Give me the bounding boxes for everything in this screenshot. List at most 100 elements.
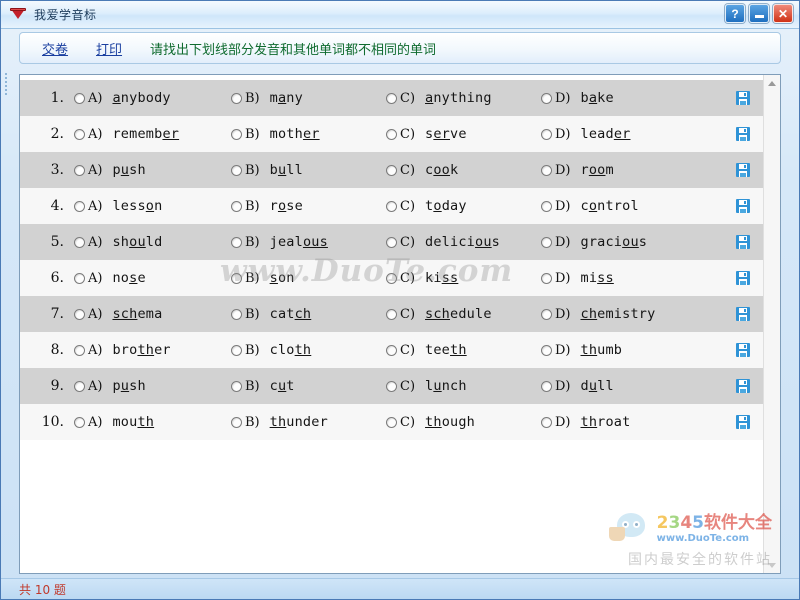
radio-button[interactable] bbox=[386, 380, 397, 392]
radio-button[interactable] bbox=[386, 236, 397, 248]
radio-button[interactable] bbox=[231, 272, 242, 284]
option-4[interactable]: D) miss bbox=[541, 270, 763, 286]
save-icon[interactable] bbox=[735, 198, 751, 214]
vertical-scrollbar[interactable] bbox=[763, 75, 780, 573]
radio-button[interactable] bbox=[231, 236, 242, 248]
option-word: gracious bbox=[580, 234, 648, 250]
submit-link[interactable]: 交卷 bbox=[42, 39, 68, 58]
option-4[interactable]: D) chemistry bbox=[541, 306, 763, 322]
option-3[interactable]: C) kiss bbox=[386, 270, 541, 286]
option-letter: B) bbox=[245, 126, 260, 142]
radio-button[interactable] bbox=[74, 200, 85, 212]
option-2[interactable]: B) thunder bbox=[231, 414, 386, 430]
option-3[interactable]: C) teeth bbox=[386, 342, 541, 358]
radio-button[interactable] bbox=[74, 272, 85, 284]
option-4[interactable]: D) thumb bbox=[541, 342, 763, 358]
option-3[interactable]: C) schedule bbox=[386, 306, 541, 322]
option-2[interactable]: B) cloth bbox=[231, 342, 386, 358]
radio-button[interactable] bbox=[231, 200, 242, 212]
radio-button[interactable] bbox=[74, 344, 85, 356]
option-4[interactable]: D) room bbox=[541, 162, 763, 178]
option-2[interactable]: B) bull bbox=[231, 162, 386, 178]
scroll-down-arrow[interactable] bbox=[764, 557, 780, 573]
radio-button[interactable] bbox=[74, 308, 85, 320]
radio-button[interactable] bbox=[74, 92, 85, 104]
radio-button[interactable] bbox=[541, 272, 552, 284]
radio-button[interactable] bbox=[541, 128, 552, 140]
save-icon[interactable] bbox=[735, 414, 751, 430]
radio-button[interactable] bbox=[74, 128, 85, 140]
radio-button[interactable] bbox=[541, 236, 552, 248]
radio-button[interactable] bbox=[541, 164, 552, 176]
option-3[interactable]: C) though bbox=[386, 414, 541, 430]
radio-button[interactable] bbox=[386, 416, 397, 428]
option-4[interactable]: D) throat bbox=[541, 414, 763, 430]
save-icon[interactable] bbox=[735, 162, 751, 178]
option-1[interactable]: A) mouth bbox=[74, 414, 231, 430]
radio-button[interactable] bbox=[541, 380, 552, 392]
radio-button[interactable] bbox=[541, 200, 552, 212]
radio-button[interactable] bbox=[74, 380, 85, 392]
close-button[interactable]: ✕ bbox=[773, 4, 793, 23]
minimize-button[interactable] bbox=[749, 4, 769, 23]
radio-button[interactable] bbox=[231, 164, 242, 176]
option-3[interactable]: C) delicious bbox=[386, 234, 541, 250]
radio-button[interactable] bbox=[541, 344, 552, 356]
radio-button[interactable] bbox=[386, 344, 397, 356]
option-3[interactable]: C) cook bbox=[386, 162, 541, 178]
radio-button[interactable] bbox=[541, 416, 552, 428]
radio-button[interactable] bbox=[74, 236, 85, 248]
radio-button[interactable] bbox=[231, 128, 242, 140]
option-4[interactable]: D) bake bbox=[541, 90, 763, 106]
radio-button[interactable] bbox=[541, 92, 552, 104]
option-1[interactable]: A) anybody bbox=[74, 90, 231, 106]
save-icon[interactable] bbox=[735, 378, 751, 394]
radio-button[interactable] bbox=[231, 416, 242, 428]
save-icon[interactable] bbox=[735, 270, 751, 286]
scroll-up-arrow[interactable] bbox=[764, 75, 780, 91]
save-icon[interactable] bbox=[735, 342, 751, 358]
radio-button[interactable] bbox=[74, 416, 85, 428]
save-icon[interactable] bbox=[735, 306, 751, 322]
option-1[interactable]: A) push bbox=[74, 378, 231, 394]
option-3[interactable]: C) anything bbox=[386, 90, 541, 106]
radio-button[interactable] bbox=[231, 380, 242, 392]
option-4[interactable]: D) leader bbox=[541, 126, 763, 142]
save-icon[interactable] bbox=[735, 234, 751, 250]
radio-button[interactable] bbox=[74, 164, 85, 176]
option-1[interactable]: A) should bbox=[74, 234, 231, 250]
radio-button[interactable] bbox=[231, 308, 242, 320]
option-4[interactable]: D) gracious bbox=[541, 234, 763, 250]
option-3[interactable]: C) today bbox=[386, 198, 541, 214]
option-3[interactable]: C) serve bbox=[386, 126, 541, 142]
option-2[interactable]: B) rose bbox=[231, 198, 386, 214]
radio-button[interactable] bbox=[386, 308, 397, 320]
print-link[interactable]: 打印 bbox=[96, 39, 122, 58]
radio-button[interactable] bbox=[541, 308, 552, 320]
radio-button[interactable] bbox=[386, 128, 397, 140]
radio-button[interactable] bbox=[386, 164, 397, 176]
option-1[interactable]: A) lesson bbox=[74, 198, 231, 214]
radio-button[interactable] bbox=[231, 92, 242, 104]
option-1[interactable]: A) schema bbox=[74, 306, 231, 322]
option-2[interactable]: B) many bbox=[231, 90, 386, 106]
option-1[interactable]: A) brother bbox=[74, 342, 231, 358]
save-icon[interactable] bbox=[735, 126, 751, 142]
option-4[interactable]: D) control bbox=[541, 198, 763, 214]
option-1[interactable]: A) nose bbox=[74, 270, 231, 286]
option-2[interactable]: B) mother bbox=[231, 126, 386, 142]
option-2[interactable]: B) jealous bbox=[231, 234, 386, 250]
radio-button[interactable] bbox=[386, 200, 397, 212]
save-icon[interactable] bbox=[735, 90, 751, 106]
option-2[interactable]: B) cut bbox=[231, 378, 386, 394]
option-2[interactable]: B) son bbox=[231, 270, 386, 286]
option-1[interactable]: A) remember bbox=[74, 126, 231, 142]
option-4[interactable]: D) dull bbox=[541, 378, 763, 394]
option-3[interactable]: C) lunch bbox=[386, 378, 541, 394]
option-2[interactable]: B) catch bbox=[231, 306, 386, 322]
radio-button[interactable] bbox=[231, 344, 242, 356]
option-1[interactable]: A) push bbox=[74, 162, 231, 178]
radio-button[interactable] bbox=[386, 92, 397, 104]
help-button[interactable]: ? bbox=[725, 4, 745, 23]
radio-button[interactable] bbox=[386, 272, 397, 284]
